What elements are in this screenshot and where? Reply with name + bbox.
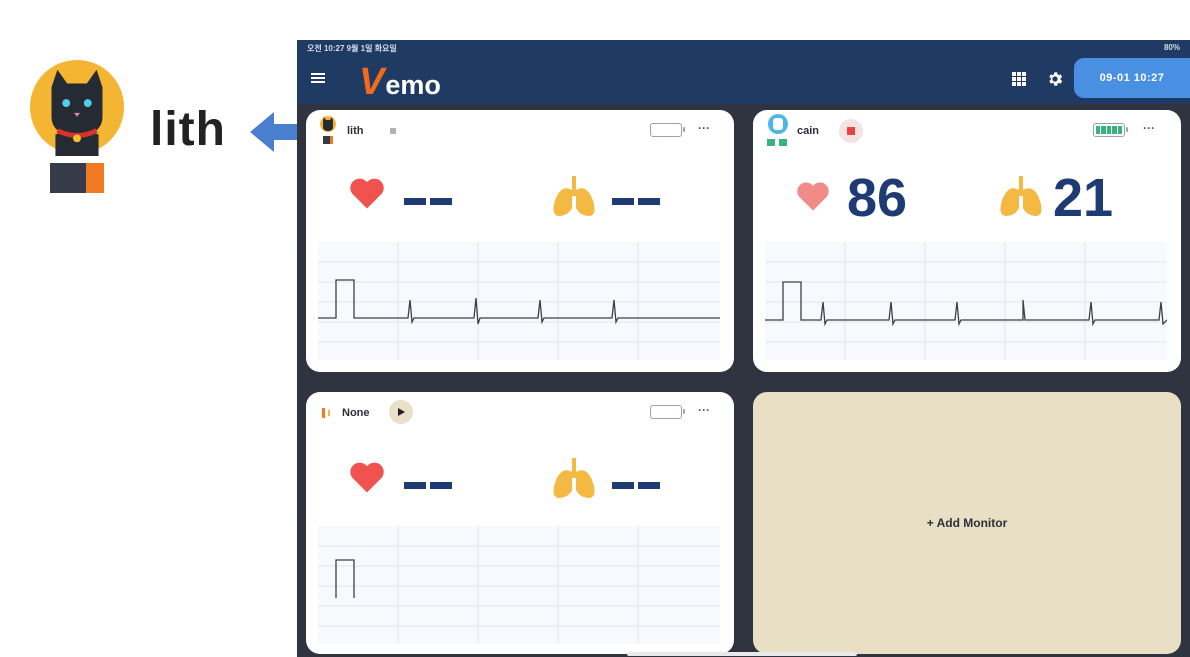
play-icon [398, 408, 405, 416]
add-monitor-label: + Add Monitor [926, 516, 1008, 530]
resp-rate-value: 21 [1053, 168, 1114, 228]
resp-rate-dash [638, 198, 660, 205]
hamburger-menu-icon[interactable] [311, 71, 325, 85]
status-battery: 80% [1163, 43, 1180, 52]
heart-icon [797, 182, 829, 211]
callout-annotation: lith [0, 0, 316, 657]
monitor-card-cain[interactable]: cain ··· 86 21 [753, 110, 1181, 372]
status-bar: 오전 10:27 9월 1일 화요일 80% [297, 40, 1190, 54]
heart-rate-dash [430, 198, 452, 205]
tablet-screen: 오전 10:27 9월 1일 화요일 80% V emo 09-01 10:27 [297, 40, 1190, 657]
stop-icon [847, 127, 855, 135]
pet-avatar-icon [320, 116, 336, 144]
logo-text: emo [385, 70, 441, 100]
battery-full-icon [1093, 123, 1128, 137]
battery-icon [650, 123, 685, 137]
heart-icon [350, 178, 384, 209]
monitor-card-lith[interactable]: lith ··· -- -- [306, 110, 734, 372]
callout-color-bar [50, 163, 104, 193]
pet-name: lith [347, 125, 364, 137]
status-time: 오전 10:27 9월 1일 화요일 [307, 44, 397, 53]
datetime-button[interactable]: 09-01 10:27 [1074, 58, 1190, 98]
pet-name: cain [797, 125, 820, 137]
play-button[interactable] [389, 400, 413, 424]
lungs-icon [1000, 176, 1042, 216]
resp-rate-dash [612, 482, 634, 489]
lungs-icon [553, 176, 595, 216]
device-indicator [390, 128, 396, 134]
cat-avatar-icon [29, 59, 125, 156]
home-indicator [627, 652, 857, 656]
pet-avatar-icon [322, 408, 330, 418]
callout-pet-name: lith [150, 103, 226, 156]
resp-rate-dash [638, 482, 660, 489]
app-logo: V emo [359, 61, 441, 103]
pet-name: None [342, 407, 370, 419]
ecg-waveform [765, 242, 1167, 360]
add-monitor-card[interactable]: + Add Monitor [753, 392, 1181, 654]
app-bar: V emo 09-01 10:27 [297, 54, 1190, 104]
heart-rate-dash [430, 482, 452, 489]
resp-rate-dash [612, 198, 634, 205]
pet-avatar-icon [767, 114, 788, 146]
ecg-waveform [318, 242, 720, 360]
heart-rate-value: 86 [847, 168, 908, 228]
battery-icon [650, 405, 685, 419]
heart-rate-dash [404, 198, 426, 205]
logo-initial: V [359, 61, 385, 103]
more-options-button[interactable]: ··· [698, 403, 710, 417]
heart-rate-dash [404, 482, 426, 489]
settings-gear-icon[interactable] [1046, 70, 1064, 88]
monitor-card-none[interactable]: None ··· -- -- [306, 392, 734, 654]
ecg-waveform [318, 526, 720, 644]
lungs-icon [553, 458, 595, 498]
more-options-button[interactable]: ··· [698, 121, 710, 135]
stop-button[interactable] [839, 119, 863, 143]
more-options-button[interactable]: ··· [1143, 121, 1155, 135]
heart-icon [350, 462, 384, 493]
grid-view-icon[interactable] [1011, 71, 1027, 87]
